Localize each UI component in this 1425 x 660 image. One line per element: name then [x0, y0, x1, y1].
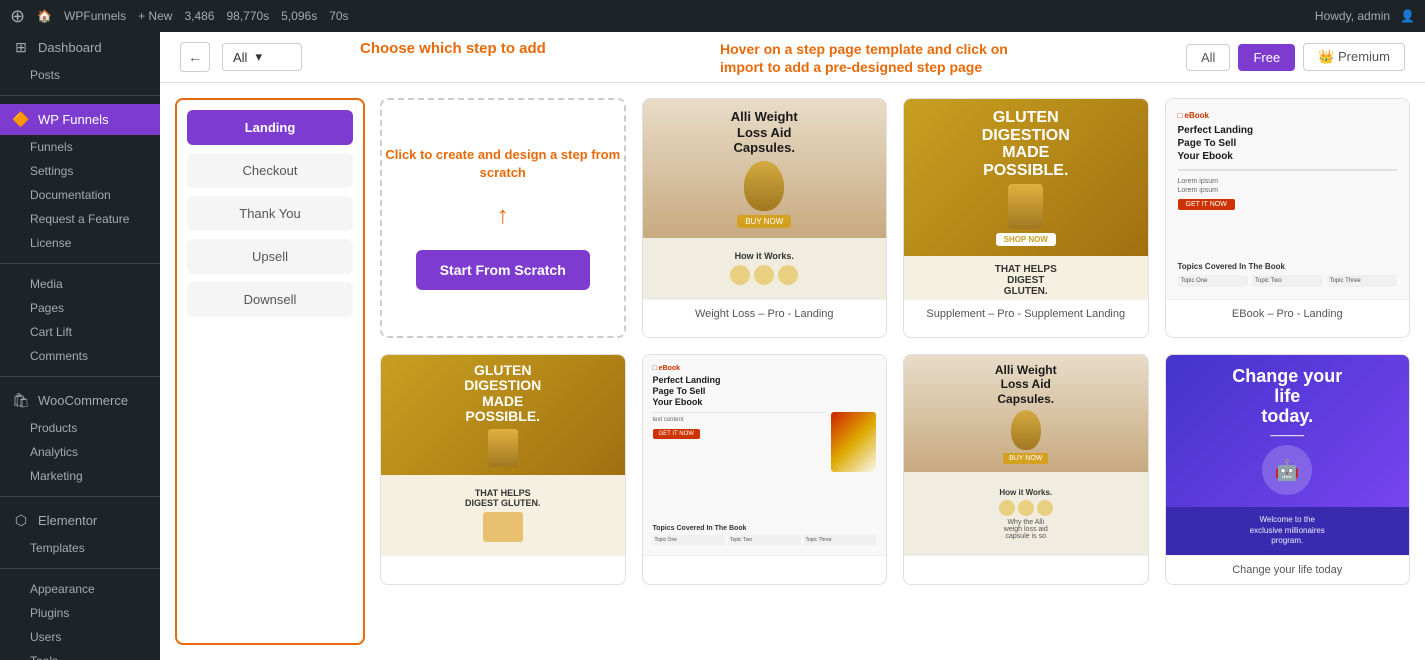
- crown-icon: 👑: [1318, 49, 1334, 64]
- annotation-hover-template: Hover on a step page template and click …: [720, 40, 1020, 76]
- sidebar-item-analytics[interactable]: Analytics: [0, 440, 160, 464]
- sidebar-sub-license[interactable]: License: [0, 231, 160, 255]
- template-card-weight-loss[interactable]: Alli WeightLoss AidCapsules. BUY NOW How…: [642, 98, 888, 338]
- template-preview-purple: Change yourlifetoday. ━━━━━━━━ 🤖 Welcome…: [1166, 355, 1410, 555]
- template-label-weight-loss: Weight Loss – Pro - Landing: [643, 299, 887, 328]
- template-label-wl2: [904, 555, 1148, 572]
- admin-bar-new[interactable]: + New: [138, 9, 172, 23]
- admin-bar: ⊕ 🏠 WPFunnels + New 3,486 98,770s 5,096s…: [0, 0, 1425, 32]
- dashboard-icon: ⊞: [12, 39, 30, 56]
- main-content: Choose which step to add Hover on a step…: [160, 0, 1425, 660]
- template-preview-supplement2: GLUTENDIGESTIONMADEPOSSIBLE. THAT HELPSD…: [381, 355, 625, 555]
- sidebar-item-plugins[interactable]: Plugins: [0, 601, 160, 625]
- scratch-annotation: Click to create and design a step from s…: [382, 146, 624, 182]
- sidebar-sub-docs[interactable]: Documentation: [0, 183, 160, 207]
- sidebar-sub-request[interactable]: Request a Feature: [0, 207, 160, 231]
- scratch-arrow-up: ↑: [497, 202, 509, 230]
- admin-bar-wpfunnels[interactable]: WPFunnels: [64, 9, 126, 23]
- annotation-choose-step: Choose which step to add: [360, 40, 546, 57]
- woo-icon: 🛍: [12, 392, 30, 409]
- step-type-select[interactable]: All ▾: [222, 43, 302, 71]
- elementor-icon: ⬡: [12, 512, 30, 529]
- templates-grid: Click to create and design a step from s…: [380, 98, 1410, 585]
- template-preview-ebook2: □ eBook Perfect LandingPage To SellYour …: [643, 355, 887, 555]
- sidebar-item-posts[interactable]: Posts: [0, 63, 160, 87]
- filter-all-tab[interactable]: All: [1186, 44, 1230, 71]
- sidebar: ⊞ Dashboard Posts 🔶 WP Funnels Funnels S…: [0, 0, 160, 660]
- sidebar-item-products[interactable]: Products: [0, 416, 160, 440]
- step-btn-thankyou[interactable]: Thank You: [187, 196, 353, 231]
- sidebar-item-pages[interactable]: Pages: [0, 296, 160, 320]
- step-type-sidebar: Landing Checkout Thank You Upsell Downse…: [175, 98, 365, 645]
- template-label-supplement2: [381, 555, 625, 572]
- filter-free-tab[interactable]: Free: [1238, 44, 1295, 71]
- template-label-ebook2: [643, 555, 887, 572]
- step-btn-upsell[interactable]: Upsell: [187, 239, 353, 274]
- sidebar-item-templates[interactable]: Templates: [0, 536, 160, 560]
- sidebar-item-comments[interactable]: Comments: [0, 344, 160, 368]
- top-toolbar: Choose which step to add Hover on a step…: [160, 32, 1425, 83]
- sidebar-item-appearance[interactable]: Appearance: [0, 577, 160, 601]
- sidebar-item-marketing[interactable]: Marketing: [0, 464, 160, 488]
- template-card-ebook2[interactable]: □ eBook Perfect LandingPage To SellYour …: [642, 354, 888, 585]
- admin-bar-stat2: 98,770s: [226, 9, 269, 23]
- step-btn-checkout[interactable]: Checkout: [187, 153, 353, 188]
- sidebar-item-wpfunnels[interactable]: 🔶 WP Funnels: [0, 104, 160, 135]
- wpfunnels-icon: 🔶: [12, 111, 30, 128]
- sidebar-item-woocommerce[interactable]: 🛍 WooCommerce: [0, 385, 160, 416]
- admin-bar-stat3: 5,096s: [281, 9, 317, 23]
- sidebar-item-media[interactable]: Media: [0, 272, 160, 296]
- step-btn-downsell[interactable]: Downsell: [187, 282, 353, 317]
- scratch-from-scratch-card[interactable]: Click to create and design a step from s…: [380, 98, 626, 338]
- wp-logo: ⊕: [10, 6, 25, 27]
- template-label-purple: Change your life today: [1166, 555, 1410, 584]
- back-button[interactable]: ←: [180, 42, 210, 72]
- sidebar-item-elementor[interactable]: ⬡ Elementor: [0, 505, 160, 536]
- template-preview-weight-loss: Alli WeightLoss AidCapsules. BUY NOW How…: [643, 99, 887, 299]
- filter-tabs: All Free 👑 Premium: [1186, 43, 1405, 71]
- templates-area: Click to create and design a step from s…: [365, 83, 1425, 660]
- template-card-purple[interactable]: Change yourlifetoday. ━━━━━━━━ 🤖 Welcome…: [1165, 354, 1411, 585]
- template-preview-ebook: □ eBook Perfect LandingPage To SellYour …: [1166, 99, 1410, 299]
- step-btn-landing[interactable]: Landing: [187, 110, 353, 145]
- sidebar-item-dashboard[interactable]: ⊞ Dashboard: [0, 32, 160, 63]
- content-area: Landing Checkout Thank You Upsell Downse…: [160, 83, 1425, 660]
- admin-bar-avatar: 👤: [1400, 9, 1415, 23]
- template-card-ebook[interactable]: □ eBook Perfect LandingPage To SellYour …: [1165, 98, 1411, 338]
- sidebar-item-cartlift[interactable]: Cart Lift: [0, 320, 160, 344]
- filter-premium-tab[interactable]: 👑 Premium: [1303, 43, 1405, 71]
- sidebar-sub-funnels[interactable]: Funnels: [0, 135, 160, 159]
- template-card-supplement2[interactable]: GLUTENDIGESTIONMADEPOSSIBLE. THAT HELPSD…: [380, 354, 626, 585]
- template-preview-wl2: Alli WeightLoss AidCapsules. BUY NOW How…: [904, 355, 1148, 555]
- template-card-wl2[interactable]: Alli WeightLoss AidCapsules. BUY NOW How…: [903, 354, 1149, 585]
- admin-bar-stat1: 3,486: [184, 9, 214, 23]
- start-from-scratch-button[interactable]: Start From Scratch: [416, 250, 590, 290]
- sidebar-item-tools[interactable]: Tools: [0, 649, 160, 660]
- admin-bar-home[interactable]: 🏠: [37, 9, 52, 23]
- admin-bar-stat4: 70s: [329, 9, 348, 23]
- template-label-supplement: Supplement – Pro - Supplement Landing: [904, 299, 1148, 328]
- template-preview-supplement: GLUTENDIGESTIONMADEPOSSIBLE. SHOP NOW TH…: [904, 99, 1148, 299]
- template-label-ebook: EBook – Pro - Landing: [1166, 299, 1410, 328]
- sidebar-sub-settings[interactable]: Settings: [0, 159, 160, 183]
- template-card-supplement[interactable]: GLUTENDIGESTIONMADEPOSSIBLE. SHOP NOW TH…: [903, 98, 1149, 338]
- sidebar-item-users[interactable]: Users: [0, 625, 160, 649]
- admin-bar-user[interactable]: Howdy, admin: [1315, 9, 1390, 23]
